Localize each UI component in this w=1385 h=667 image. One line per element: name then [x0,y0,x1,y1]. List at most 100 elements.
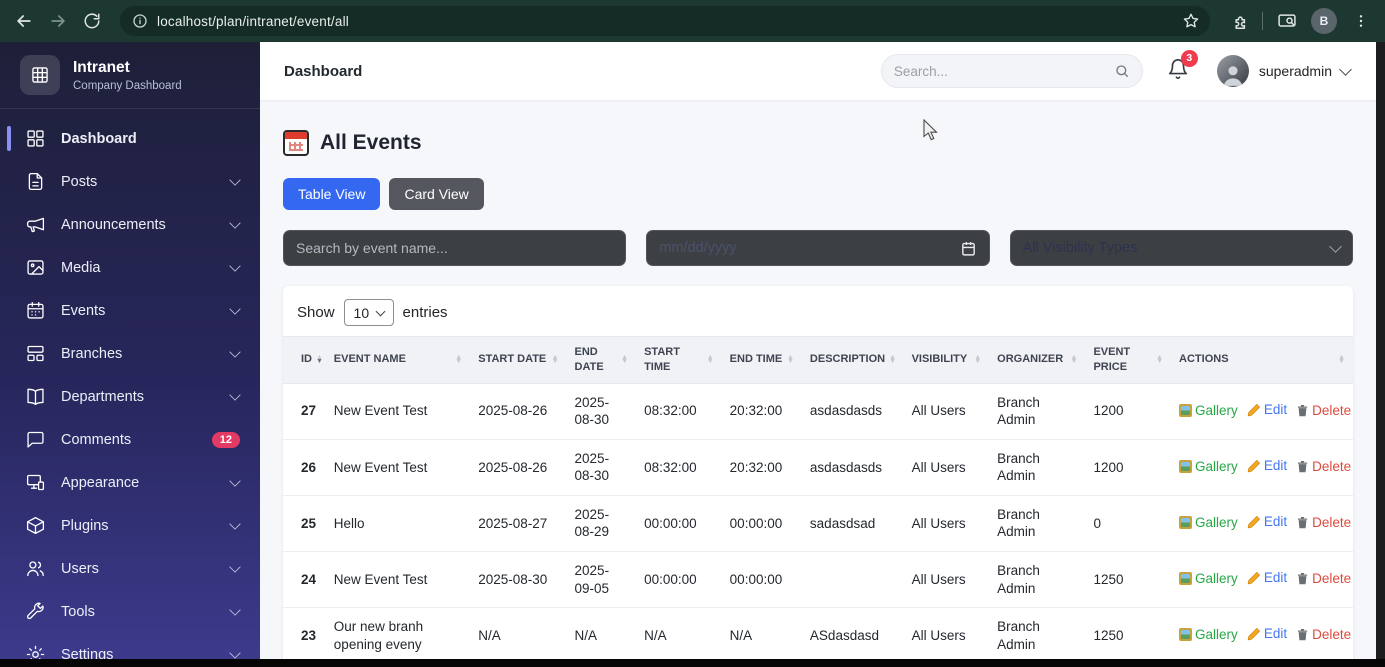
delete-link[interactable]: Delete [1296,458,1351,476]
browser-profile-avatar[interactable]: B [1311,8,1337,34]
main-content: All Events Table View Card View mm/dd/yy… [260,100,1376,667]
page-scrollbar[interactable] [1376,42,1385,667]
column-header-end-time[interactable]: END TIME ▲ ▼ [721,336,802,384]
sidebar-item-announcements[interactable]: Announcements [0,203,260,246]
card-view-button[interactable]: Card View [389,178,484,210]
visibility-filter-select[interactable]: All Visibility Types [1009,230,1353,266]
sidebar-item-label: Announcements [61,216,166,233]
forward-icon[interactable] [46,9,70,33]
gallery-link[interactable]: Gallery [1179,402,1238,420]
column-header-start-time[interactable]: START TIME ▲ ▼ [636,336,722,384]
document-icon [24,171,46,193]
sidebar-item-events[interactable]: Events [0,289,260,332]
megaphone-icon [24,214,46,236]
column-header-actions[interactable]: ACTIONS ▲ ▼ [1171,336,1353,384]
chevron-down-icon [229,603,241,616]
sidebar-item-label: Media [61,259,101,276]
edit-link[interactable]: Edit [1247,513,1287,531]
bookmark-star-icon[interactable] [1182,12,1200,30]
brand-subtitle: Company Dashboard [73,79,182,92]
column-header-organizer[interactable]: ORGANIZER ▲ ▼ [989,336,1086,384]
gallery-picture-icon [1179,628,1193,642]
tab-search-icon[interactable] [1275,9,1299,33]
sidebar-item-posts[interactable]: Posts [0,160,260,203]
gallery-link[interactable]: Gallery [1179,626,1238,644]
show-label: Show [297,304,335,321]
edit-link[interactable]: Edit [1247,401,1287,419]
sidebar-item-plugins[interactable]: Plugins [0,504,260,547]
sidebar-item-label: Plugins [61,517,109,534]
sidebar-item-dashboard[interactable]: Dashboard [0,117,260,160]
cell-start-date: 2025-08-26 [470,383,567,440]
entries-per-page-select[interactable]: 10 [343,299,394,326]
column-header-id[interactable]: ID ▲ ▼ [283,336,326,384]
edit-link[interactable]: Edit [1247,457,1287,475]
cell-end-time: 00:00:00 [721,495,802,552]
delete-link[interactable]: Delete [1296,514,1351,532]
gallery-link[interactable]: Gallery [1179,570,1238,588]
delete-link[interactable]: Delete [1296,626,1351,644]
app-logo-grid-icon [20,55,60,95]
cell-visibility: All Users [903,551,990,609]
url-text[interactable]: localhost/plan/intranet/event/all [157,14,1173,29]
sidebar-item-appearance[interactable]: Appearance [0,461,260,504]
sidebar-item-users[interactable]: Users [0,547,260,590]
search-icon[interactable] [1114,63,1130,79]
reload-icon[interactable] [80,9,104,33]
notifications-button[interactable]: 3 [1167,49,1198,85]
toolbar-divider [1262,12,1263,30]
image-icon [24,257,46,279]
column-header-start-date[interactable]: START DATE ▲ ▼ [470,336,567,384]
cell-start-date: N/A [470,607,567,665]
cell-description: asdasdasds [801,383,904,440]
cell-description: ASdasdasd [801,607,904,665]
edit-link[interactable]: Edit [1247,569,1287,587]
site-info-icon[interactable] [132,13,148,29]
sidebar-item-comments[interactable]: Comments 12 [0,418,260,461]
date-filter[interactable]: mm/dd/yyyy [646,230,990,266]
browser-menu-icon[interactable] [1349,9,1373,33]
trash-icon [1296,628,1309,641]
address-bar[interactable]: localhost/plan/intranet/event/all [120,6,1210,36]
sidebar-item-departments[interactable]: Departments [0,375,260,418]
back-icon[interactable] [12,9,36,33]
table-row: 24 New Event Test 2025-08-30 2025-09-05 00:0… [283,551,1353,609]
sort-icon: ▲ ▼ [786,353,794,365]
cell-end-date: 2025-09-05 [566,551,637,609]
brand: Intranet Company Dashboard [0,42,260,109]
cell-price: 1200 [1085,383,1172,440]
extensions-puzzle-icon[interactable] [1226,9,1250,33]
global-search-input[interactable] [893,63,1114,79]
sidebar-item-settings[interactable]: Settings [0,633,260,659]
sidebar-item-tools[interactable]: Tools [0,590,260,633]
column-header-visibility[interactable]: VISIBILITY ▲ ▼ [903,336,990,384]
column-header-event-name[interactable]: EVENT NAME ▲ ▼ [325,336,471,384]
topbar-title: Dashboard [284,62,363,80]
sort-icon: ▲ ▼ [551,353,559,365]
delete-link[interactable]: Delete [1296,570,1351,588]
gallery-link[interactable]: Gallery [1179,458,1238,476]
cell-end-date: 2025-08-30 [566,439,637,496]
page-title: All Events [320,131,422,154]
username-label[interactable]: superadmin [1259,63,1332,79]
trash-icon [1296,460,1309,473]
sort-icon: ▲ ▼ [706,353,714,365]
column-header-event-price[interactable]: EVENT PRICE ▲ ▼ [1085,336,1172,384]
user-avatar[interactable] [1216,55,1249,87]
table-view-button[interactable]: Table View [283,178,381,210]
cell-start-time: 00:00:00 [636,495,722,552]
user-menu-chevron-icon[interactable] [1339,62,1352,76]
cell-id: 23 [283,607,326,665]
delete-link[interactable]: Delete [1296,402,1351,420]
event-name-filter-input[interactable] [296,240,614,256]
sidebar-item-label: Posts [61,173,98,190]
select-chevron-icon [1329,239,1342,253]
date-picker-calendar-icon[interactable] [960,240,977,257]
sidebar-item-media[interactable]: Media [0,246,260,289]
column-header-end-date[interactable]: END DATE ▲ ▼ [566,336,637,384]
sidebar-item-label: Tools [61,603,95,620]
edit-link[interactable]: Edit [1247,625,1287,643]
gallery-link[interactable]: Gallery [1179,514,1238,532]
sidebar-item-branches[interactable]: Branches [0,332,260,375]
column-header-description[interactable]: DESCRIPTION ▲ ▼ [801,336,904,384]
